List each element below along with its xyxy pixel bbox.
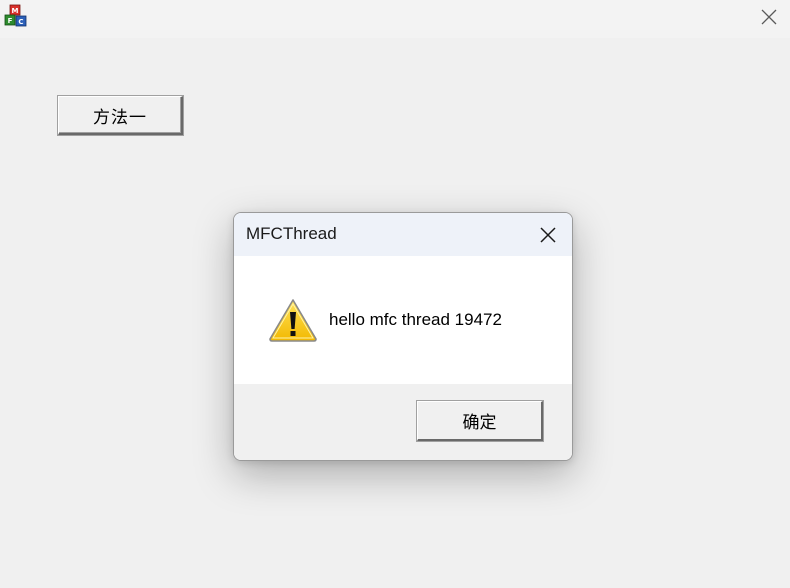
dialog-footer: 确定	[234, 384, 572, 460]
dialog-titlebar: MFCThread	[234, 213, 572, 256]
ok-button[interactable]: 确定	[417, 401, 543, 441]
warning-icon	[269, 299, 317, 342]
dialog-message: hello mfc thread 19472	[329, 310, 502, 329]
dialog-close-button[interactable]	[530, 217, 566, 253]
svg-text:C: C	[18, 18, 23, 26]
svg-text:M: M	[12, 7, 19, 15]
dialog-body: hello mfc thread 19472	[234, 256, 572, 384]
main-window-close-button[interactable]	[750, 0, 788, 34]
close-icon	[761, 9, 777, 25]
mfc-app-icon: M F C	[4, 4, 27, 27]
svg-text:F: F	[8, 17, 13, 25]
close-icon	[540, 227, 556, 243]
method-one-button[interactable]: 方法一	[58, 96, 183, 135]
main-window-titlebar: M F C	[0, 0, 790, 38]
message-box-dialog: MFCThread hello mfc thread 19472 确定	[233, 212, 573, 461]
dialog-title: MFCThread	[246, 224, 337, 243]
